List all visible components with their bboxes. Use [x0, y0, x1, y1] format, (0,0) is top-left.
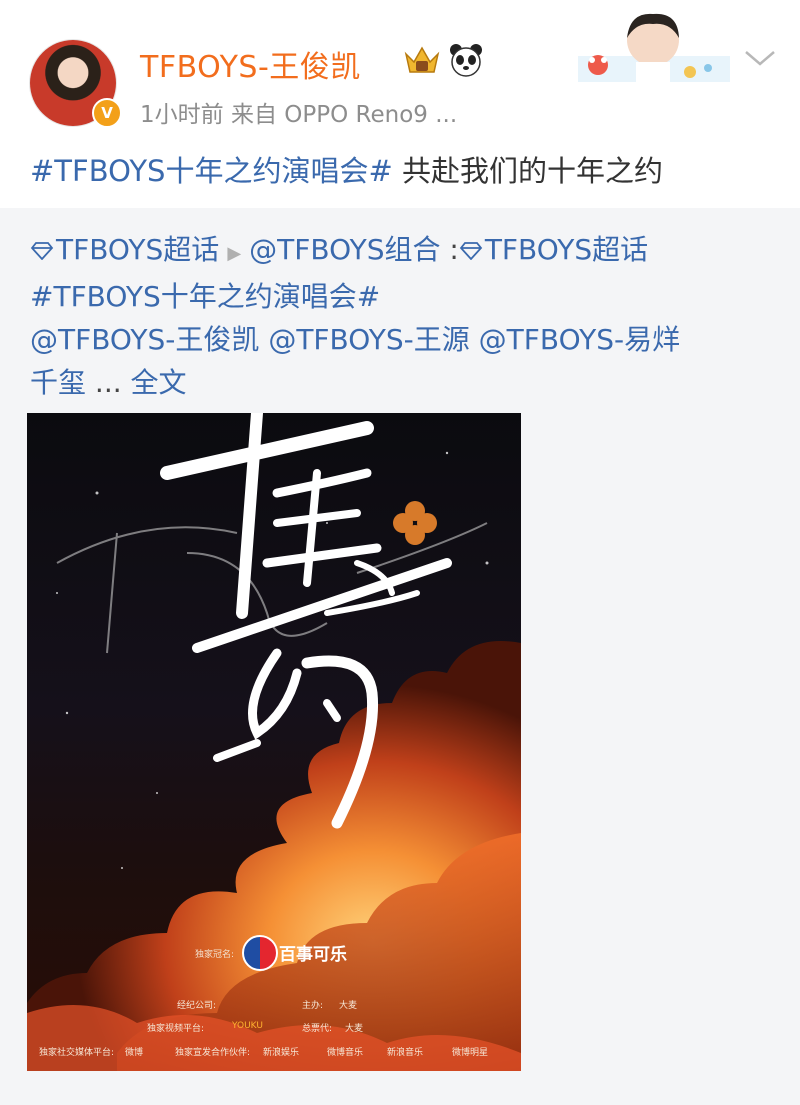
mention-link[interactable]: @TFBOYS-王源 [268, 323, 469, 356]
hashtag-link[interactable]: #TFBOYS十年之约演唱会# [30, 154, 393, 188]
weibo-post: V TFBOYS-王俊凯 1小时前 来自 OPPO Reno9 ... #TFB… [0, 0, 800, 1105]
ticket-agent: 大麦 [345, 1024, 364, 1034]
post-text: #TFBOYS十年之约演唱会# 共赴我们的十年之约 [30, 148, 663, 190]
supertopic-diamond-icon [30, 242, 54, 260]
colon-text: : [440, 233, 459, 266]
full-text-link[interactable]: 全文 [131, 366, 187, 399]
ticket-label: 总票代: [302, 1024, 333, 1034]
host-name: 大麦 [339, 1001, 358, 1011]
mention-link[interactable]: @TFBOYS-王俊凯 [30, 323, 259, 356]
video-platform: YOUKU [232, 1021, 263, 1031]
partner-4: 微博明星 [452, 1048, 489, 1058]
host-label: 主办: [302, 1001, 324, 1011]
partner-label: 独家宣发合作伙伴: [175, 1048, 251, 1058]
repost-hashtag-link[interactable]: #TFBOYS十年之约演唱会# [30, 280, 380, 313]
supertopic-link[interactable]: TFBOYS超话 [56, 233, 219, 266]
poster-artwork [27, 413, 521, 1071]
partner-3: 新浪音乐 [387, 1048, 424, 1058]
pepsi-logo-icon [242, 935, 278, 971]
social-label: 独家社交媒体平台: [39, 1048, 115, 1058]
video-label: 独家视频平台: [147, 1024, 205, 1034]
social-platform: 微博 [125, 1048, 144, 1058]
partner-2: 微博音乐 [327, 1048, 364, 1058]
source-account-link[interactable]: @TFBOYS组合 [249, 233, 440, 266]
ellipsis-text: ... [86, 366, 131, 399]
post-header: V TFBOYS-王俊凯 1小时前 来自 OPPO Reno9 ... [0, 0, 800, 140]
panda-icon[interactable] [448, 42, 484, 78]
repost-card[interactable]: TFBOYS超话 ▶ @TFBOYS组合 : TFBOYS超话 #TFBOYS十年之… [0, 208, 800, 1105]
partner-1: 新浪娱乐 [263, 1048, 300, 1058]
sponsor-prefix: 独家冠名: [195, 950, 235, 960]
poster-image[interactable]: 独家冠名: 百事可乐 经纪公司: 主办: 大麦 独家视频平台: YOUKU 总票… [27, 413, 521, 1071]
mention-link[interactable]: @TFBOYS-易烊 [479, 323, 680, 356]
sponsor-name: 百事可乐 [279, 945, 347, 965]
username[interactable]: TFBOYS-王俊凯 [140, 42, 361, 86]
crown-badge-icon[interactable] [402, 44, 442, 76]
mention-link-continued[interactable]: 千玺 [30, 366, 86, 399]
supertopic-link-2[interactable]: TFBOYS超话 [485, 233, 648, 266]
agency-label: 经纪公司: [177, 1001, 217, 1011]
play-triangle-icon: ▶ [227, 243, 242, 264]
verified-icon: V [92, 98, 122, 128]
decoration-card [578, 10, 730, 82]
chevron-down-icon[interactable] [742, 44, 778, 72]
supertopic-diamond-icon [459, 242, 482, 260]
post-body-text: 共赴我们的十年之约 [392, 154, 663, 188]
post-meta: 1小时前 来自 OPPO Reno9 ... [140, 102, 458, 128]
repost-text: TFBOYS超话 ▶ @TFBOYS组合 : TFBOYS超话 #TFBOYS十年之… [30, 228, 780, 404]
